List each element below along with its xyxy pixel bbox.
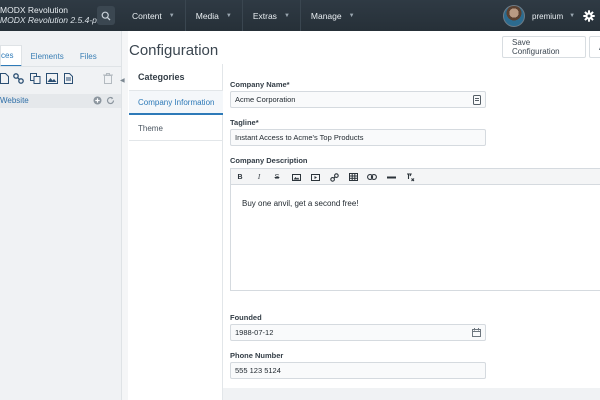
contact-card-icon xyxy=(473,95,481,105)
company-description-editor[interactable]: B I S Buy one anvil, get a second free! xyxy=(230,168,600,291)
link-icon[interactable] xyxy=(13,73,24,84)
image-icon[interactable] xyxy=(46,73,58,84)
gear-icon xyxy=(583,10,595,22)
calendar-icon[interactable] xyxy=(472,328,481,337)
company-name-field[interactable]: Acme Corporation xyxy=(230,91,486,108)
chevron-down-icon: ▼ xyxy=(168,12,175,19)
main-nav: Content ▼ Media ▼ Extras ▼ Manage ▼ xyxy=(122,0,365,31)
trash-icon[interactable] xyxy=(103,73,113,84)
tab-elements[interactable]: Elements xyxy=(22,45,71,67)
avatar xyxy=(503,5,525,27)
company-name-value: Acme Corporation xyxy=(235,95,296,104)
configuration-area: Categories Company Information Theme Com… xyxy=(129,64,600,400)
founded-value: 1988-07-12 xyxy=(235,328,274,337)
tree-toolbar xyxy=(0,73,118,87)
secondary-action-button[interactable]: A xyxy=(589,36,600,58)
categories-title: Categories xyxy=(138,72,185,82)
new-document-icon[interactable] xyxy=(0,73,9,84)
insert-table-button[interactable] xyxy=(347,171,359,183)
nav-extras[interactable]: Extras ▼ xyxy=(241,0,300,31)
refresh-icon[interactable] xyxy=(106,96,115,105)
horizontal-rule-button[interactable] xyxy=(385,171,397,183)
tab-resources[interactable]: ces xyxy=(0,45,23,67)
tab-divider xyxy=(0,66,121,67)
chevron-down-icon: ▼ xyxy=(225,12,232,19)
italic-button[interactable]: I xyxy=(253,171,265,183)
tagline-label: Tagline* xyxy=(230,118,259,127)
chevron-down-icon: ▼ xyxy=(348,12,355,19)
tagline-value: Instant Access to Acme's Top Products xyxy=(235,133,364,142)
brand-version: MODX Revolution 2.5.4-pl xyxy=(0,14,99,25)
panel-tabs: ces Elements Files xyxy=(0,45,105,67)
chevron-down-icon: ▼ xyxy=(569,13,576,19)
search-button[interactable] xyxy=(97,6,115,25)
settings-button[interactable] xyxy=(583,9,595,27)
nav-label: Manage xyxy=(310,10,342,21)
phone-number-label: Phone Number xyxy=(230,351,284,360)
link-icon xyxy=(329,172,339,182)
categories-panel: Categories Company Information Theme xyxy=(129,64,223,400)
panel-collapse-handle[interactable] xyxy=(122,31,128,400)
editor-content[interactable]: Buy one anvil, get a second free! xyxy=(242,199,359,208)
company-description-label: Company Description xyxy=(230,156,308,165)
insert-image-button[interactable] xyxy=(290,171,302,183)
strikethrough-button[interactable]: S xyxy=(271,171,283,183)
company-name-label: Company Name* xyxy=(230,80,290,89)
table-icon xyxy=(348,173,358,181)
chain-icon xyxy=(367,174,377,180)
founded-date-field[interactable]: 1988-07-12 xyxy=(230,324,486,341)
tree-item-label: Website xyxy=(0,96,29,105)
horizontal-rule-icon xyxy=(386,176,396,178)
user-name: premium xyxy=(532,11,564,21)
chevron-left-icon[interactable]: ◀ xyxy=(120,77,125,84)
user-menu[interactable]: premium ▼ xyxy=(503,5,575,27)
phone-number-field[interactable]: 555 123 5124 xyxy=(230,362,486,379)
configuration-form: Company Name* Acme Corporation Tagline* … xyxy=(223,64,600,388)
editor-toolbar: B I S xyxy=(231,169,600,185)
save-configuration-button[interactable]: Save Configuration xyxy=(502,36,586,58)
nav-content[interactable]: Content ▼ xyxy=(122,0,185,31)
clear-formatting-icon xyxy=(406,172,414,181)
category-company-information[interactable]: Company Information xyxy=(129,90,223,115)
nav-label: Media xyxy=(195,10,219,21)
bold-button[interactable]: B xyxy=(234,171,246,183)
category-theme[interactable]: Theme xyxy=(129,116,223,141)
phone-number-value: 555 123 5124 xyxy=(235,366,281,375)
tree-item-website[interactable]: Website xyxy=(0,94,121,108)
video-icon xyxy=(310,173,320,181)
copy-icon[interactable] xyxy=(30,73,41,84)
tree-item-actions xyxy=(93,96,115,105)
page-title: Configuration xyxy=(129,42,219,59)
clear-formatting-button[interactable] xyxy=(404,171,416,183)
insert-video-button[interactable] xyxy=(309,171,321,183)
tab-files[interactable]: Files xyxy=(72,45,105,67)
nav-media[interactable]: Media ▼ xyxy=(184,0,242,31)
image-icon xyxy=(291,173,301,181)
search-icon xyxy=(101,11,111,20)
nav-manage[interactable]: Manage ▼ xyxy=(299,0,365,31)
tagline-field[interactable]: Instant Access to Acme's Top Products xyxy=(230,129,486,146)
unlink-button[interactable] xyxy=(366,171,378,183)
nav-label: Extras xyxy=(252,10,277,21)
insert-link-button[interactable] xyxy=(328,171,340,183)
chevron-down-icon: ▼ xyxy=(283,12,290,19)
brand[interactable]: MODX Revolution MODX Revolution 2.5.4-pl xyxy=(0,5,99,25)
founded-label: Founded xyxy=(230,313,262,322)
nav-label: Content xyxy=(132,10,162,21)
add-icon[interactable] xyxy=(93,96,102,105)
resource-panel: ces Elements Files Website xyxy=(0,31,122,400)
document-text-icon[interactable] xyxy=(64,73,73,84)
top-bar: MODX Revolution MODX Revolution 2.5.4-pl… xyxy=(0,0,600,31)
